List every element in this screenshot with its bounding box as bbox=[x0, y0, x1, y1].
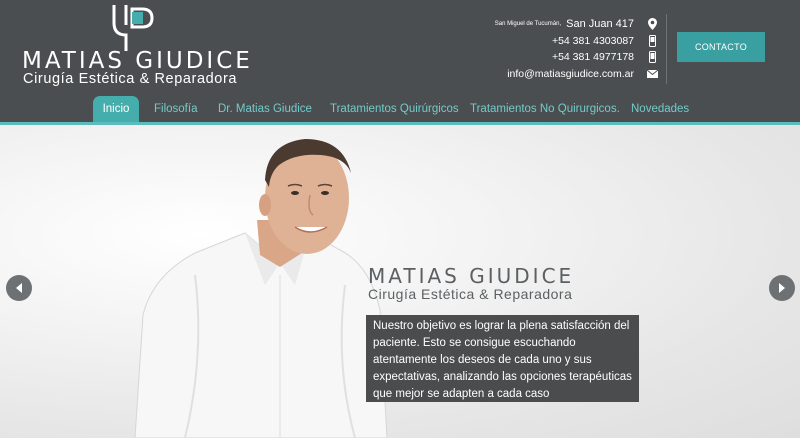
email-text[interactable]: info@matiasgiudice.com.ar bbox=[507, 68, 634, 80]
phone-1-text[interactable]: +54 381 4303087 bbox=[552, 35, 634, 47]
contact-info: San Miguel de Tucumán, San Juan 417 +54 … bbox=[495, 16, 660, 82]
phone-line-2: +54 381 4977178 bbox=[495, 49, 660, 66]
main-nav: Inicio Filosofía Dr. Matias Giudice Trat… bbox=[0, 96, 800, 123]
chevron-right-icon bbox=[779, 283, 785, 293]
brand-subtitle: Cirugía Estética & Reparadora bbox=[23, 71, 238, 87]
phone-icon bbox=[644, 34, 660, 47]
nav-item-dr-matias-giudice[interactable]: Dr. Matias Giudice bbox=[218, 96, 312, 123]
email-line: info@matiasgiudice.com.ar bbox=[495, 66, 660, 83]
hero-text-line: paciente. Esto se consigue escuchando bbox=[373, 337, 576, 349]
nav-item-tratamientos-no-quirurgicos[interactable]: Tratamientos No Quirurgicos. bbox=[470, 96, 620, 123]
mail-icon bbox=[644, 69, 660, 78]
contact-button[interactable]: CONTACTO bbox=[677, 32, 765, 62]
map-pin-icon bbox=[644, 18, 660, 31]
hero-name: MATIAS GIUDICE bbox=[368, 264, 575, 288]
hero-slider: MATIAS GIUDICE Cirugía Estética & Repara… bbox=[0, 125, 800, 438]
hero-text-line: Nuestro objetivo es lograr la plena sati… bbox=[373, 320, 630, 332]
street-text: San Juan 417 bbox=[566, 18, 634, 31]
nav-item-tratamientos-quirurgicos[interactable]: Tratamientos Quirúrgicos bbox=[330, 96, 459, 123]
address-line: San Miguel de Tucumán, San Juan 417 bbox=[495, 16, 660, 33]
nav-item-novedades[interactable]: Novedades bbox=[631, 96, 689, 123]
hero-text-line: expectativas, analizando las opciones te… bbox=[373, 371, 632, 383]
phone-2-text[interactable]: +54 381 4977178 bbox=[552, 51, 634, 63]
hero-description: Nuestro objetivo es lograr la plena sati… bbox=[366, 315, 639, 402]
logo-icon[interactable] bbox=[110, 3, 154, 51]
hero-text-line: que mejor se adapten a cada caso bbox=[373, 388, 550, 400]
chevron-left-icon bbox=[16, 283, 22, 293]
header-divider bbox=[666, 14, 667, 84]
nav-item-filosofia[interactable]: Filosofía bbox=[154, 96, 197, 123]
city-text: San Miguel de Tucumán, bbox=[494, 21, 562, 28]
mobile-icon bbox=[644, 51, 660, 64]
slider-prev-button[interactable] bbox=[6, 275, 32, 301]
phone-line-1: +54 381 4303087 bbox=[495, 33, 660, 50]
hero-text-line: atentamente los deseos de cada uno y sus bbox=[373, 354, 592, 366]
hero-subtitle: Cirugía Estética & Reparadora bbox=[368, 286, 573, 302]
slider-next-button[interactable] bbox=[769, 275, 795, 301]
nav-item-inicio[interactable]: Inicio bbox=[93, 96, 139, 123]
